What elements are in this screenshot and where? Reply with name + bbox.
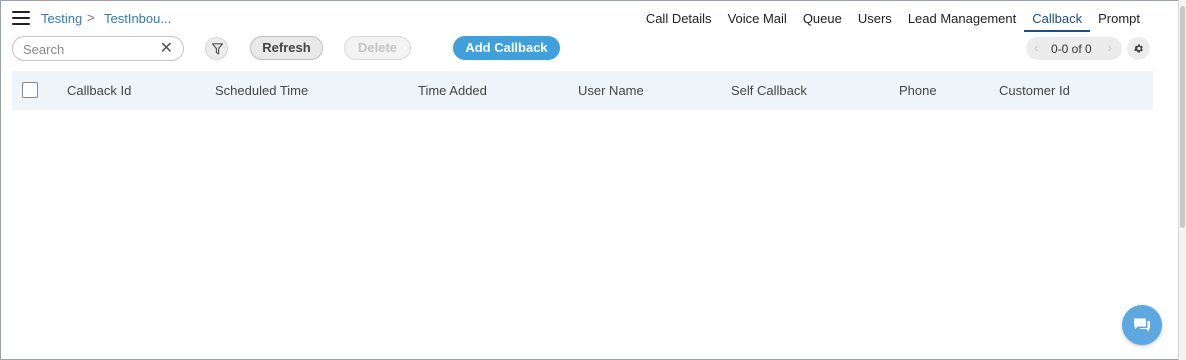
pagination-text: 0-0 of 0 [1051, 42, 1092, 56]
filter-icon [212, 43, 223, 55]
tab-voice-mail[interactable]: Voice Mail [720, 0, 795, 32]
tab-users[interactable]: Users [850, 0, 900, 32]
tab-queue[interactable]: Queue [795, 0, 850, 32]
column-header-callback-id[interactable]: Callback Id [67, 83, 131, 98]
refresh-button[interactable]: Refresh [250, 36, 323, 60]
column-header-phone[interactable]: Phone [899, 83, 937, 98]
menu-icon[interactable] [12, 11, 30, 25]
column-header-customer-id[interactable]: Customer Id [999, 83, 1070, 98]
chat-button[interactable] [1122, 305, 1162, 345]
tab-callback[interactable]: Callback [1024, 0, 1091, 32]
gear-icon [1134, 44, 1143, 53]
chat-icon [1134, 318, 1150, 332]
close-icon[interactable]: ✕ [160, 40, 173, 57]
search-box: ✕ [12, 36, 184, 61]
breadcrumb-item-testing[interactable]: Testing [41, 11, 82, 26]
column-header-time-added[interactable]: Time Added [418, 83, 487, 98]
top-bar: Testing > TestInbou... Call Details Voic… [0, 0, 1176, 34]
tab-call-details[interactable]: Call Details [638, 0, 720, 32]
table-header: Callback Id Scheduled Time Time Added Us… [12, 71, 1153, 110]
breadcrumb-item-testinbound[interactable]: TestInbou... [104, 11, 171, 26]
delete-button[interactable]: Delete [344, 36, 411, 60]
add-callback-button[interactable]: Add Callback [453, 36, 560, 60]
search-input[interactable] [23, 41, 153, 57]
column-header-self-callback[interactable]: Self Callback [731, 83, 807, 98]
select-all-checkbox[interactable] [22, 82, 38, 98]
scrollbar[interactable] [1178, 0, 1186, 360]
settings-button[interactable] [1127, 37, 1150, 60]
column-header-user-name[interactable]: User Name [578, 83, 644, 98]
chevron-right-icon[interactable]: › [1108, 40, 1112, 55]
chevron-right-icon: > [87, 10, 95, 25]
tab-lead-management[interactable]: Lead Management [900, 0, 1024, 32]
chevron-left-icon[interactable]: ‹ [1034, 40, 1038, 55]
scrollbar-thumb[interactable] [1180, 6, 1185, 228]
pagination: ‹ 0-0 of 0 › [1026, 37, 1122, 60]
tab-bar: Call Details Voice Mail Queue Users Lead… [638, 0, 1148, 34]
filter-button[interactable] [205, 37, 228, 60]
column-header-scheduled-time[interactable]: Scheduled Time [215, 83, 308, 98]
tab-prompt[interactable]: Prompt [1090, 0, 1148, 32]
toolbar: ✕ Refresh Delete Add Callback ‹ 0-0 of 0… [0, 36, 1176, 62]
